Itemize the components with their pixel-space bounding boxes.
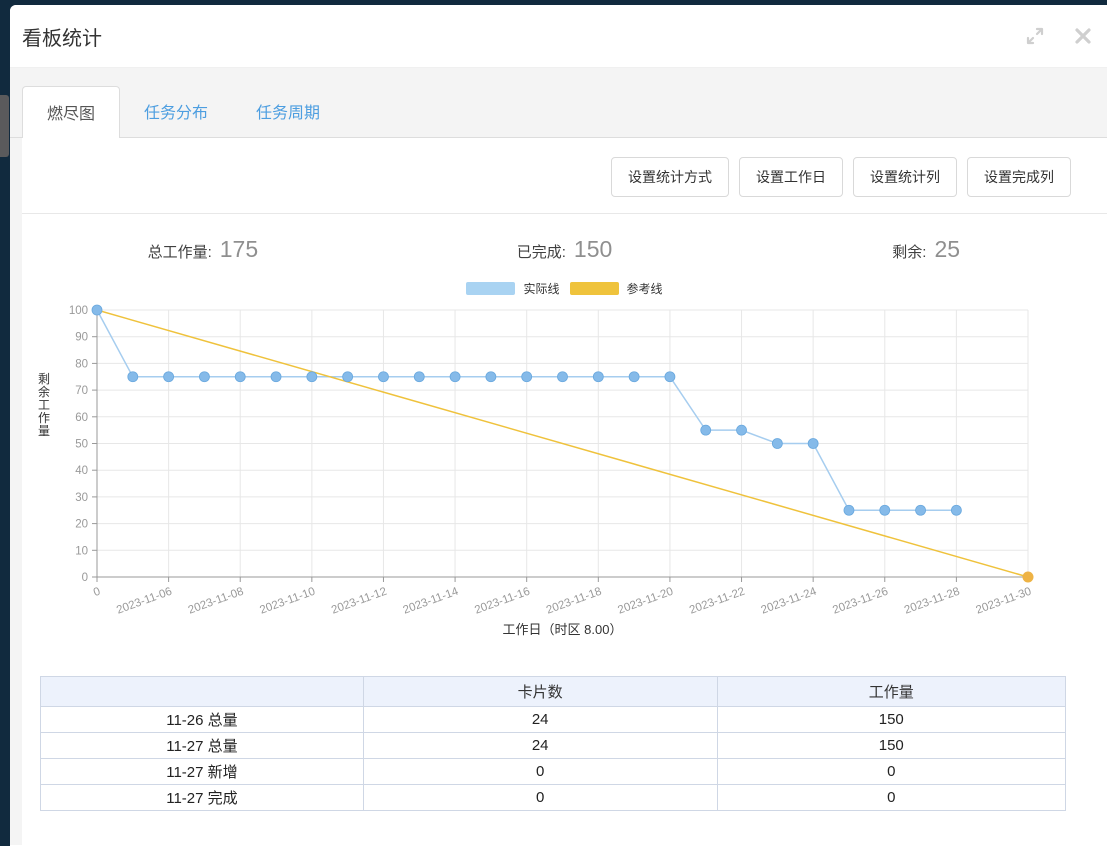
burndown-panel: 总工作量: 175 已完成: 150 剩余: 25 实际线 参考线 0 10 2… [22,213,1107,846]
kanban-stats-dialog: 看板统计 燃尽图 任务分布 任务周期 设置统计方式 设置工作日 设置统计列 设置… [10,5,1107,846]
dialog-body: 设置统计方式 设置工作日 设置统计列 设置完成列 总工作量: 175 已完成: … [10,138,1107,846]
table-cell: 0 [362,784,718,811]
tab-task-distribution[interactable]: 任务分布 [120,86,232,137]
legend-actual-line[interactable]: 实际线 [466,280,560,297]
svg-text:2023-11-28: 2023-11-28 [903,586,962,617]
svg-text:余: 余 [38,384,50,399]
svg-text:量: 量 [38,424,50,438]
chart-legend: 实际线 参考线 [22,280,1107,297]
legend-reference-swatch [569,281,619,295]
svg-text:2023-11-18: 2023-11-18 [545,586,604,617]
table-header-row: 卡片数 工作量 [40,676,1066,707]
expand-icon[interactable] [1025,26,1045,46]
stat-remaining: 剩余: 25 [892,236,961,262]
stat-total-workload: 总工作量: 175 [147,236,259,262]
svg-text:2023-11-24: 2023-11-24 [760,585,819,616]
background-sidebar-handle [0,95,9,157]
set-statistic-column-button[interactable]: 设置统计列 [853,157,957,197]
table-row: 11-26 总量 24 150 [40,706,1066,733]
table-header-cell [40,676,364,707]
svg-text:剩: 剩 [38,372,50,386]
table-cell: 11-26 总量 [40,706,364,733]
set-statistic-method-button[interactable]: 设置统计方式 [611,157,729,197]
tab-task-cycle[interactable]: 任务周期 [232,86,344,137]
table-header-cell: 卡片数 [362,676,718,707]
table-row: 11-27 总量 24 150 [40,732,1066,759]
svg-text:工作日（时区 8.00）: 工作日（时区 8.00） [503,622,623,637]
table-row: 11-27 新增 0 0 [40,758,1066,785]
table-cell: 24 [362,706,718,733]
table-cell: 24 [362,732,718,759]
table-cell: 0 [362,758,718,785]
svg-text:40: 40 [75,465,88,477]
table-cell: 150 [716,706,1066,733]
burndown-chart: 0 10 20 30 40 50 60 70 80 90 100 0 2023-11-06 2023-11… [22,302,1107,647]
table-cell: 11-27 完成 [40,784,364,811]
svg-text:2023-11-10: 2023-11-10 [258,586,317,617]
table-cell: 11-27 总量 [40,732,364,759]
legend-reference-line[interactable]: 参考线 [569,280,663,297]
svg-text:90: 90 [75,332,88,344]
set-done-column-button[interactable]: 设置完成列 [967,157,1071,197]
svg-text:10: 10 [75,545,88,557]
svg-text:2023-11-08: 2023-11-08 [187,586,246,617]
dialog-title: 看板统计 [22,27,102,50]
dialog-header: 看板统计 [10,5,1107,68]
svg-text:2023-11-16: 2023-11-16 [473,586,532,617]
tab-burndown-chart[interactable]: 燃尽图 [22,86,121,138]
svg-text:2023-11-20: 2023-11-20 [616,586,675,617]
set-workday-button[interactable]: 设置工作日 [739,157,843,197]
svg-text:2023-11-06: 2023-11-06 [115,586,174,617]
svg-text:30: 30 [75,492,88,504]
tab-bar: 燃尽图 任务分布 任务周期 [10,68,1107,138]
svg-text:2023-11-22: 2023-11-22 [688,586,747,617]
svg-text:60: 60 [75,412,88,424]
svg-text:100: 100 [69,305,88,317]
svg-text:20: 20 [75,519,88,531]
svg-text:2023-11-12: 2023-11-12 [330,586,389,617]
table-cell: 0 [716,758,1066,785]
legend-actual-swatch [466,281,516,295]
svg-text:2023-11-14: 2023-11-14 [402,585,461,616]
svg-text:70: 70 [75,385,88,397]
svg-text:0: 0 [92,586,102,599]
summary-stats: 总工作量: 175 已完成: 150 剩余: 25 [22,214,1107,263]
stat-completed: 已完成: 150 [516,236,613,262]
close-icon[interactable] [1073,26,1093,46]
settings-toolbar: 设置统计方式 设置工作日 设置统计列 设置完成列 [22,138,1107,213]
table-cell: 11-27 新增 [40,758,364,785]
svg-text:工: 工 [38,398,50,412]
stats-table: 卡片数 工作量 11-26 总量 24 150 11-27 总量 24 150 11-27 新… [40,676,1066,811]
svg-text:80: 80 [75,358,88,370]
svg-text:50: 50 [75,439,88,451]
table-cell: 150 [716,732,1066,759]
svg-text:2023-11-30: 2023-11-30 [974,586,1033,617]
table-cell: 0 [716,784,1066,811]
svg-text:0: 0 [82,572,88,584]
table-row: 11-27 完成 0 0 [40,784,1066,811]
svg-text:2023-11-26: 2023-11-26 [831,586,890,617]
table-header-cell: 工作量 [716,676,1066,707]
svg-text:作: 作 [38,411,50,425]
